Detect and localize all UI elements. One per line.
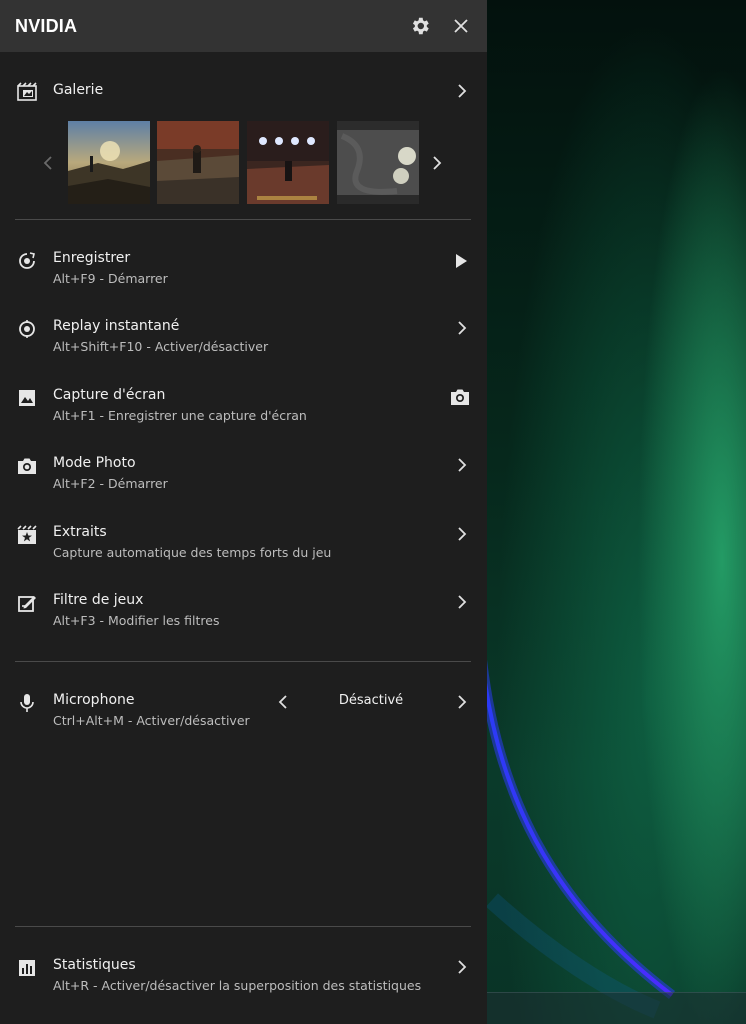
item-title: Mode Photo [53, 455, 136, 471]
filter-icon [17, 593, 37, 613]
item-title: Enregistrer [53, 250, 131, 266]
item-title: Microphone [53, 692, 135, 708]
gallery-thumbnail[interactable] [337, 121, 419, 204]
item-shortcut: Alt+F1 - Enregistrer une capture d'écran [53, 408, 307, 423]
gallery-title: Galerie [53, 82, 104, 98]
item-title: Replay instantané [53, 318, 180, 334]
item-shortcut: Alt+Shift+F10 - Activer/désactiver [53, 339, 269, 354]
gallery-thumbnail[interactable] [68, 121, 150, 204]
camera-icon[interactable] [450, 388, 470, 410]
camera-icon [17, 456, 37, 476]
nvidia-overlay-panel: NVIDIA Galerie Enregistrer Alt+F9 - Déma… [0, 0, 487, 1024]
chevron-right-icon[interactable] [457, 457, 467, 476]
item-shortcut: Alt+F9 - Démarrer [53, 271, 168, 286]
item-shortcut: Ctrl+Alt+M - Activer/désactiver [53, 713, 250, 728]
photo-mode-item[interactable]: Mode Photo Alt+F2 - Démarrer [0, 455, 487, 505]
chevron-left-icon[interactable] [43, 155, 53, 174]
item-shortcut: Alt+R - Activer/désactiver la superposit… [53, 978, 422, 993]
item-title: Statistiques [53, 957, 136, 973]
item-title: Extraits [53, 524, 107, 540]
gear-icon[interactable] [409, 15, 431, 37]
gallery-thumbnail[interactable] [157, 121, 239, 204]
chevron-right-icon[interactable] [457, 594, 467, 613]
gallery-row[interactable]: Galerie [0, 74, 487, 108]
image-icon [17, 388, 37, 408]
gallery-thumbnail[interactable] [247, 121, 329, 204]
chevron-right-icon[interactable] [457, 526, 467, 545]
item-shortcut: Alt+F2 - Démarrer [53, 476, 168, 491]
panel-header: NVIDIA [0, 0, 487, 52]
close-icon[interactable] [453, 18, 469, 34]
record-icon [17, 251, 37, 271]
item-title: Capture d'écran [53, 387, 166, 403]
item-shortcut: Alt+F3 - Modifier les filtres [53, 613, 220, 628]
chevron-right-icon[interactable] [457, 83, 467, 102]
screenshot-item[interactable]: Capture d'écran Alt+F1 - Enregistrer une… [0, 387, 487, 437]
divider [15, 926, 471, 927]
app-title: NVIDIA [15, 15, 78, 36]
chevron-right-icon[interactable] [457, 694, 467, 713]
chevron-right-icon[interactable] [457, 320, 467, 339]
instant-replay-item[interactable]: Replay instantané Alt+Shift+F10 - Active… [0, 318, 487, 368]
microphone-icon [17, 693, 37, 713]
item-description: Capture automatique des temps forts du j… [53, 545, 332, 560]
item-title: Filtre de jeux [53, 592, 144, 608]
chevron-right-icon[interactable] [457, 959, 467, 978]
gallery-film-icon [17, 82, 37, 102]
game-filter-item[interactable]: Filtre de jeux Alt+F3 - Modifier les fil… [0, 592, 487, 642]
divider [15, 661, 471, 662]
instant-replay-icon [17, 319, 37, 339]
statistics-icon [17, 958, 37, 978]
statistics-item[interactable]: Statistiques Alt+R - Activer/désactiver … [0, 957, 487, 1007]
chevron-left-icon[interactable] [278, 694, 288, 713]
divider [15, 219, 471, 220]
record-item[interactable]: Enregistrer Alt+F9 - Démarrer [0, 250, 487, 300]
chevron-right-icon[interactable] [432, 155, 442, 174]
highlights-item[interactable]: Extraits Capture automatique des temps f… [0, 524, 487, 574]
desktop-wallpaper [487, 0, 746, 1024]
taskbar [487, 992, 746, 1024]
microphone-status-value: Désactivé [338, 693, 404, 708]
play-icon[interactable] [455, 253, 467, 272]
microphone-item: Microphone Ctrl+Alt+M - Activer/désactiv… [0, 692, 487, 742]
gallery-carousel [40, 121, 450, 205]
highlights-icon [17, 525, 37, 545]
